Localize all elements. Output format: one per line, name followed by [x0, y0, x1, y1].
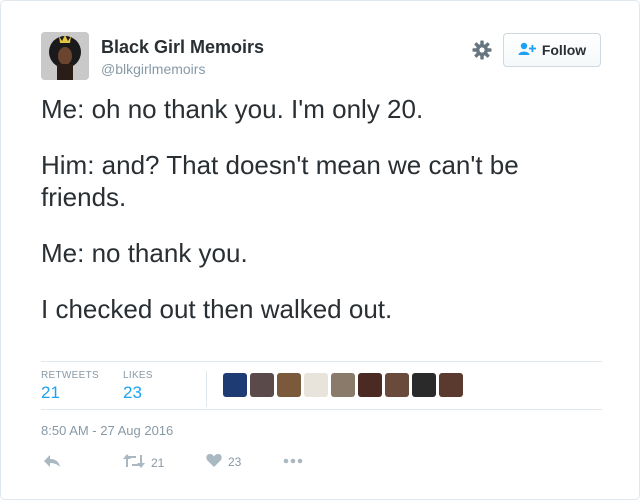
- avatar-3[interactable]: [277, 373, 301, 397]
- heart-icon: [206, 453, 222, 470]
- avatar-2[interactable]: [250, 373, 274, 397]
- tweet-line: I checked out then walked out.: [41, 294, 393, 324]
- likes-count: 23: [123, 383, 142, 402]
- retweet-count: 21: [151, 455, 165, 470]
- stats-bottom-divider: [41, 409, 602, 410]
- avatar-8[interactable]: [412, 373, 436, 397]
- tweet-line: Me: oh no thank you. I'm only 20.: [41, 94, 424, 124]
- tweet-line: Me: no thank you.: [41, 238, 248, 268]
- more-icon: [283, 453, 303, 467]
- tweet-timestamp[interactable]: 8:50 AM - 27 Aug 2016: [41, 423, 173, 438]
- gear-icon[interactable]: [470, 38, 494, 62]
- avatar[interactable]: [41, 32, 89, 80]
- retweets-count: 21: [41, 383, 60, 402]
- reply-icon: [43, 453, 61, 472]
- likes-stat[interactable]: LIKES 23: [123, 370, 153, 403]
- more-button[interactable]: [283, 453, 303, 467]
- likes-label: LIKES: [123, 370, 153, 381]
- user-handle[interactable]: @blkgirlmemoirs: [101, 61, 205, 77]
- retweet-icon: [123, 453, 145, 472]
- liker-avatars: [223, 373, 463, 397]
- follow-button[interactable]: Follow: [503, 33, 601, 67]
- add-user-icon: [518, 42, 536, 59]
- stats-separator: [206, 371, 207, 407]
- avatar-7[interactable]: [385, 373, 409, 397]
- like-button[interactable]: 23: [206, 453, 241, 470]
- tweet-actions: 21 23: [41, 453, 601, 477]
- avatar-5[interactable]: [331, 373, 355, 397]
- retweets-stat[interactable]: RETWEETS 21: [41, 370, 99, 403]
- tweet-stats: RETWEETS 21 LIKES 23: [41, 361, 602, 409]
- follow-label: Follow: [541, 42, 587, 58]
- tweet-card: Black Girl Memoirs @blkgirlmemoirs Follo…: [0, 0, 640, 500]
- retweet-button[interactable]: 21: [123, 453, 164, 472]
- tweet-line: Him: and? That doesn't mean we can't be …: [41, 150, 519, 212]
- retweets-label: RETWEETS: [41, 370, 99, 381]
- like-count: 23: [228, 454, 242, 469]
- avatar-1[interactable]: [223, 373, 247, 397]
- avatar-9[interactable]: [439, 373, 463, 397]
- user-name[interactable]: Black Girl Memoirs: [101, 37, 264, 58]
- tweet-text: Me: oh no thank you. I'm only 20. Him: a…: [41, 93, 601, 349]
- avatar-4[interactable]: [304, 373, 328, 397]
- reply-button[interactable]: [43, 453, 61, 472]
- avatar-6[interactable]: [358, 373, 382, 397]
